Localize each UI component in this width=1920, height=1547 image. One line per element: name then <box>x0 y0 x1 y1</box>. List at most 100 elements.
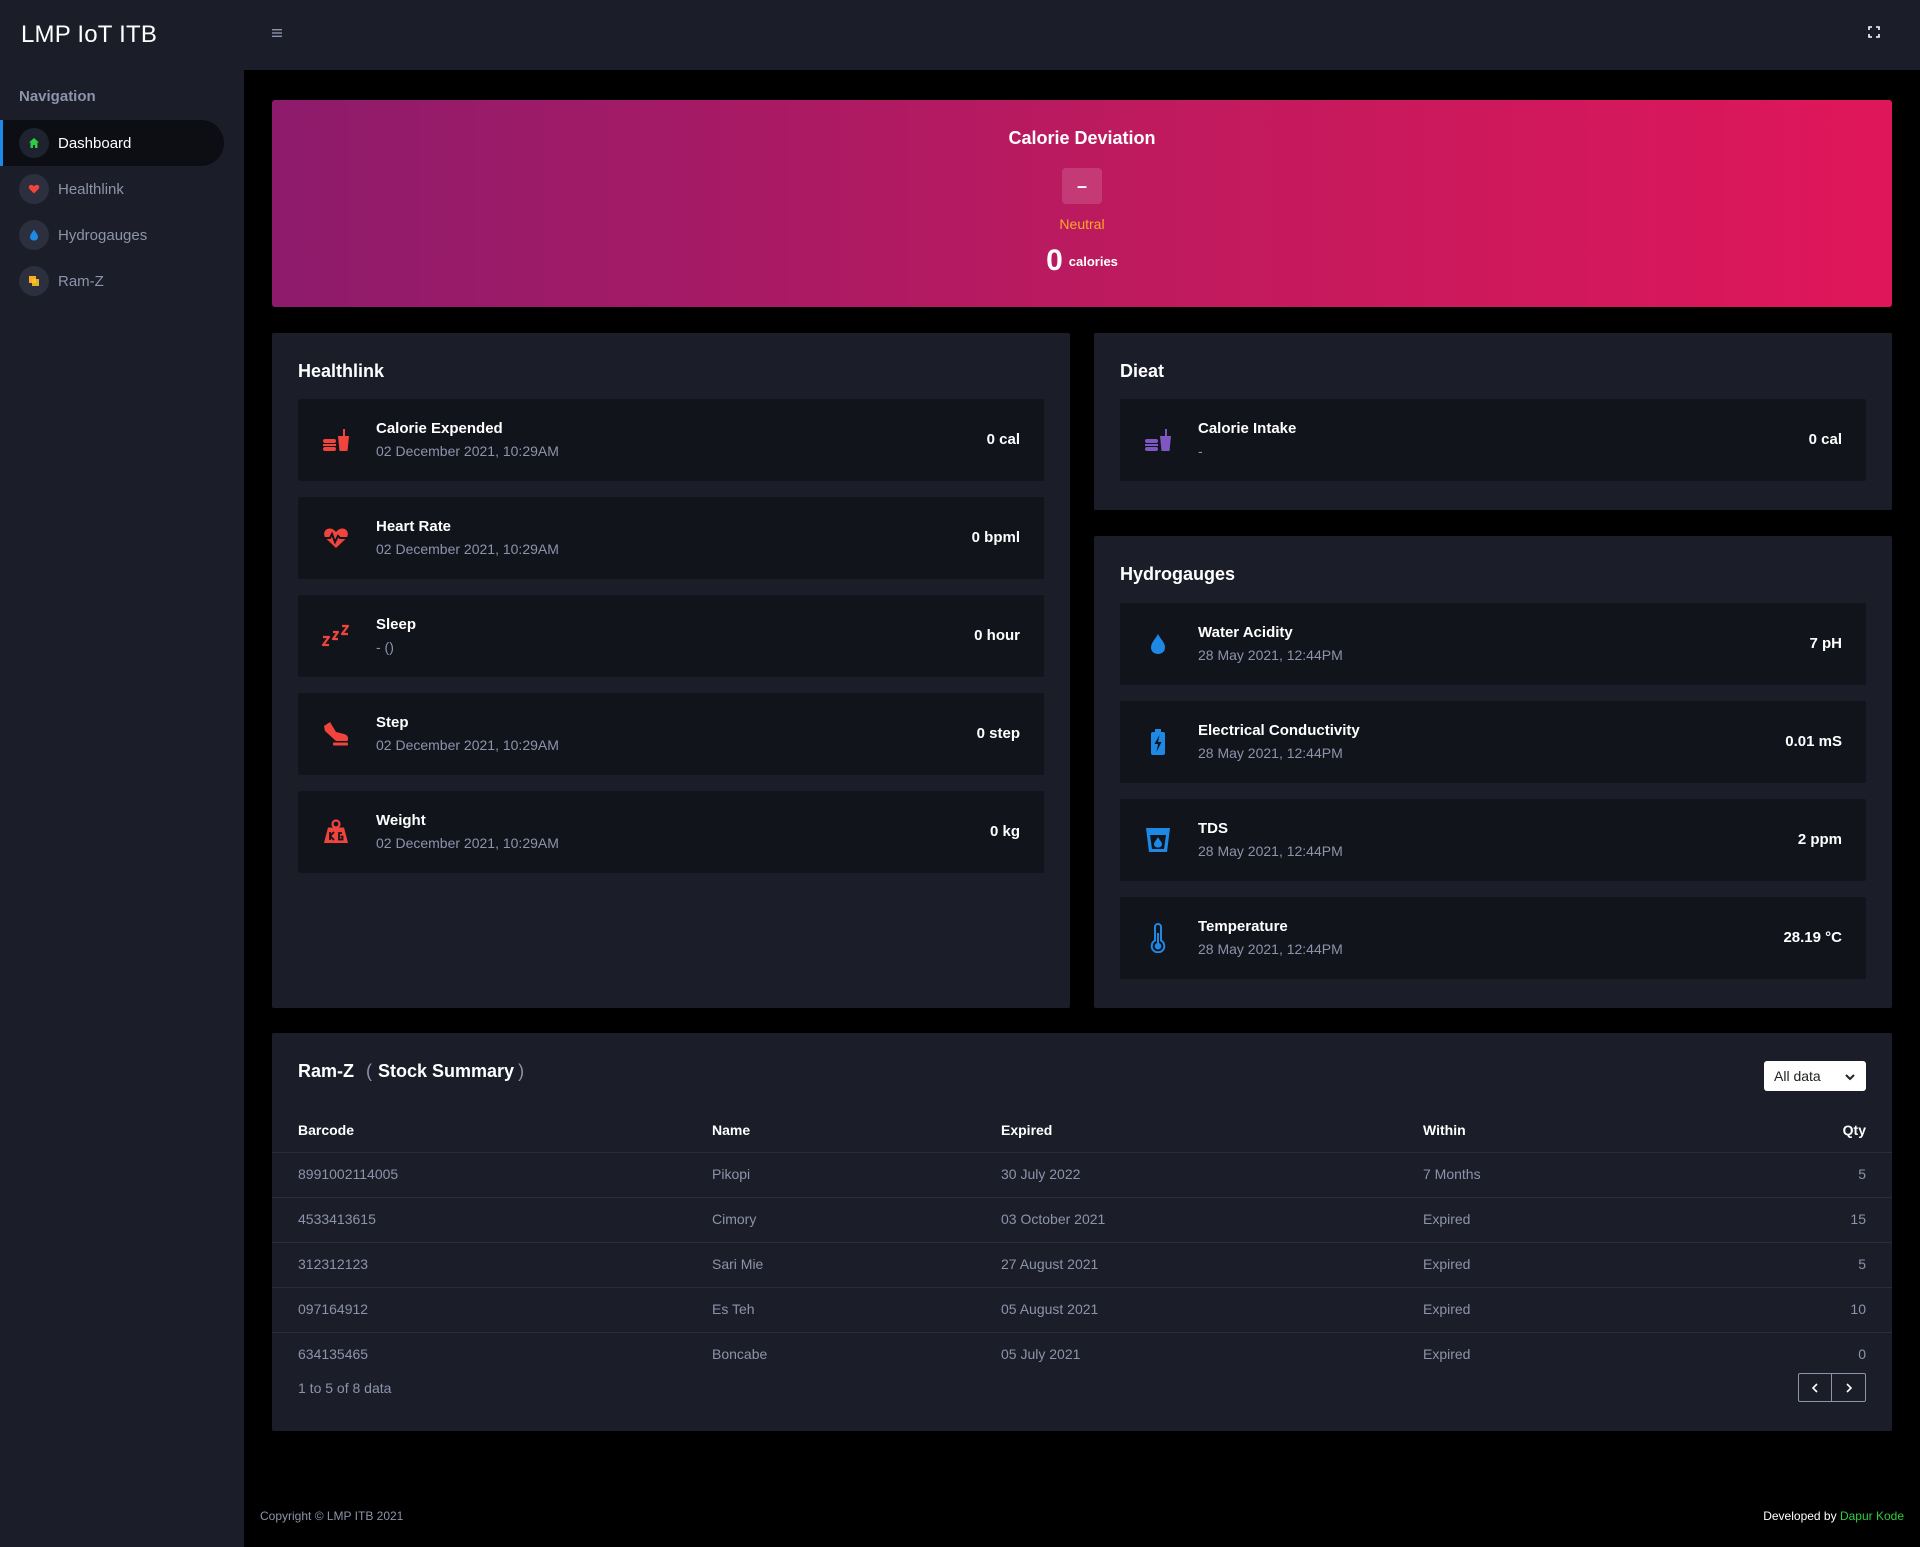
table-pagination-info: 1 to 5 of 8 data <box>298 1380 392 1396</box>
column-header-qty[interactable]: Qty <box>1843 1122 1866 1138</box>
fastfood-icon <box>1142 424 1174 456</box>
cell-barcode: 8991002114005 <box>298 1166 399 1182</box>
sidebar-item-label: Healthlink <box>58 180 124 198</box>
paren-close: ) <box>518 1061 525 1081</box>
nav-section-title: Navigation <box>19 88 96 105</box>
cell-expired: 03 October 2021 <box>1001 1211 1106 1227</box>
stat-value: 0 step <box>976 725 1020 742</box>
stat-label: Step <box>376 714 409 731</box>
stat-calorie-intake: Calorie Intake - 0 cal <box>1120 399 1866 481</box>
chevron-right-icon <box>1845 1382 1852 1393</box>
next-page-button[interactable] <box>1832 1373 1866 1402</box>
stat-value: 28.19 °C <box>1783 929 1842 946</box>
column-header-within[interactable]: Within <box>1423 1122 1466 1138</box>
table-row: 8991002114005 Pikopi 30 July 2022 7 Mont… <box>272 1153 1892 1198</box>
app-title[interactable]: LMP IoT ITB <box>0 0 244 70</box>
cell-expired: 05 August 2021 <box>1001 1301 1099 1317</box>
table-header: Barcode Name Expired Within Qty <box>272 1108 1892 1153</box>
ram-z-title-text: Ram-Z <box>298 1061 355 1081</box>
footer-developed-by: Developed by <box>1763 1509 1837 1523</box>
stat-tds: TDS 28 May 2021, 12:44PM 2 ppm <box>1120 799 1866 881</box>
cell-within: 7 Months <box>1423 1166 1481 1182</box>
calorie-deviation-card: Calorie Deviation – Neutral 0 calories <box>272 100 1892 307</box>
cell-within: Expired <box>1423 1301 1471 1317</box>
table-row: 634135465 Boncabe 05 July 2021 Expired 0 <box>272 1333 1892 1378</box>
fullscreen-icon[interactable] <box>1866 24 1882 40</box>
column-header-expired[interactable]: Expired <box>1001 1122 1052 1138</box>
deviation-value: 0 calories <box>272 244 1892 278</box>
developer-link[interactable]: Dapur Kode <box>1840 1509 1904 1523</box>
stat-heart-rate: Heart Rate 02 December 2021, 10:29AM 0 b… <box>298 497 1044 579</box>
stat-label: Temperature <box>1198 918 1288 935</box>
healthlink-title: Healthlink <box>298 361 385 381</box>
stat-electrical-conductivity: Electrical Conductivity 28 May 2021, 12:… <box>1120 701 1866 783</box>
cell-qty: 10 <box>1850 1301 1866 1317</box>
home-icon <box>19 128 49 158</box>
stat-label: Weight <box>376 812 426 829</box>
cell-expired: 27 August 2021 <box>1001 1256 1099 1272</box>
stat-value: 0 cal <box>1808 431 1842 448</box>
stat-timestamp: 28 May 2021, 12:44PM <box>1198 843 1343 859</box>
stat-value: 0 bpml <box>971 529 1020 546</box>
neutral-dash-icon: – <box>1076 175 1087 196</box>
glass-water-icon <box>1142 824 1174 856</box>
sidebar-item-dashboard[interactable]: Dashboard <box>0 120 224 166</box>
prev-page-button[interactable] <box>1798 1373 1832 1402</box>
sidebar-nav: Dashboard Healthlink Hydrogauges Ram-Z <box>0 120 244 304</box>
cell-qty: 0 <box>1858 1346 1866 1362</box>
footer-credits: Developed by Dapur Kode <box>1763 1509 1904 1523</box>
stat-timestamp: 28 May 2021, 12:44PM <box>1198 745 1343 761</box>
stat-value: 0.01 mS <box>1785 733 1842 750</box>
stat-label: Calorie Expended <box>376 420 503 437</box>
cell-expired: 30 July 2022 <box>1001 1166 1081 1182</box>
column-header-name[interactable]: Name <box>712 1122 750 1138</box>
water-drop-icon <box>19 220 49 250</box>
app-root: LMP IoT ITB Navigation Dashboard Healthl… <box>0 0 1920 1547</box>
cell-barcode: 634135465 <box>298 1346 369 1362</box>
stat-calorie-expended: Calorie Expended 02 December 2021, 10:29… <box>298 399 1044 481</box>
stat-timestamp: 02 December 2021, 10:29AM <box>376 835 559 851</box>
hydrogauges-card: Hydrogauges Water Acidity 28 May 2021, 1… <box>1094 536 1892 1008</box>
stat-value: 0 kg <box>989 823 1020 840</box>
sidebar: LMP IoT ITB Navigation Dashboard Healthl… <box>0 0 244 1547</box>
stock-summary-subtitle: Stock Summary <box>378 1061 515 1081</box>
sidebar-item-hydrogauges[interactable]: Hydrogauges <box>0 212 224 258</box>
data-filter-selected: All data <box>1774 1068 1821 1084</box>
sidebar-item-healthlink[interactable]: Healthlink <box>0 166 224 212</box>
cell-within: Expired <box>1423 1346 1471 1362</box>
menu-icon[interactable] <box>270 26 284 40</box>
cell-name: Sari Mie <box>712 1256 764 1272</box>
deviation-number: 0 <box>1046 244 1063 277</box>
cell-name: Cimory <box>712 1211 757 1227</box>
weight-kg-icon <box>320 816 352 848</box>
stat-timestamp: 02 December 2021, 10:29AM <box>376 443 559 459</box>
hydrogauges-title: Hydrogauges <box>1120 564 1236 584</box>
stat-timestamp: - () <box>376 639 394 655</box>
stat-label: Electrical Conductivity <box>1198 722 1360 739</box>
sidebar-item-label: Ram-Z <box>58 272 104 290</box>
data-filter-select[interactable]: All data <box>1764 1061 1866 1091</box>
sidebar-item-ram-z[interactable]: Ram-Z <box>0 258 224 304</box>
box-icon <box>19 266 49 296</box>
stat-weight: Weight 02 December 2021, 10:29AM 0 kg <box>298 791 1044 873</box>
column-header-barcode[interactable]: Barcode <box>298 1122 354 1138</box>
table-row: 312312123 Sari Mie 27 August 2021 Expire… <box>272 1243 1892 1288</box>
stat-value: 2 ppm <box>1797 831 1842 848</box>
cell-name: Boncabe <box>712 1346 768 1362</box>
stat-timestamp: 28 May 2021, 12:44PM <box>1198 941 1343 957</box>
footer-copyright: Copyright © LMP ITB 2021 <box>260 1509 404 1523</box>
stat-timestamp: 28 May 2021, 12:44PM <box>1198 647 1343 663</box>
stat-label: TDS <box>1198 820 1228 837</box>
pagination-controls <box>1798 1373 1866 1402</box>
stat-step: Step 02 December 2021, 10:29AM 0 step <box>298 693 1044 775</box>
stat-value: 0 hour <box>974 627 1020 644</box>
stat-temperature: Temperature 28 May 2021, 12:44PM 28.19 °… <box>1120 897 1866 979</box>
stat-timestamp: 02 December 2021, 10:29AM <box>376 737 559 753</box>
cell-expired: 05 July 2021 <box>1001 1346 1081 1362</box>
stat-label: Water Acidity <box>1198 624 1293 641</box>
table-row: 097164912 Es Teh 05 August 2021 Expired … <box>272 1288 1892 1333</box>
deviation-unit: calories <box>1068 253 1118 269</box>
ram-z-title: Ram-Z (Stock Summary) <box>298 1061 524 1082</box>
stat-label: Calorie Intake <box>1198 420 1297 437</box>
chevron-down-icon <box>1844 1070 1856 1086</box>
